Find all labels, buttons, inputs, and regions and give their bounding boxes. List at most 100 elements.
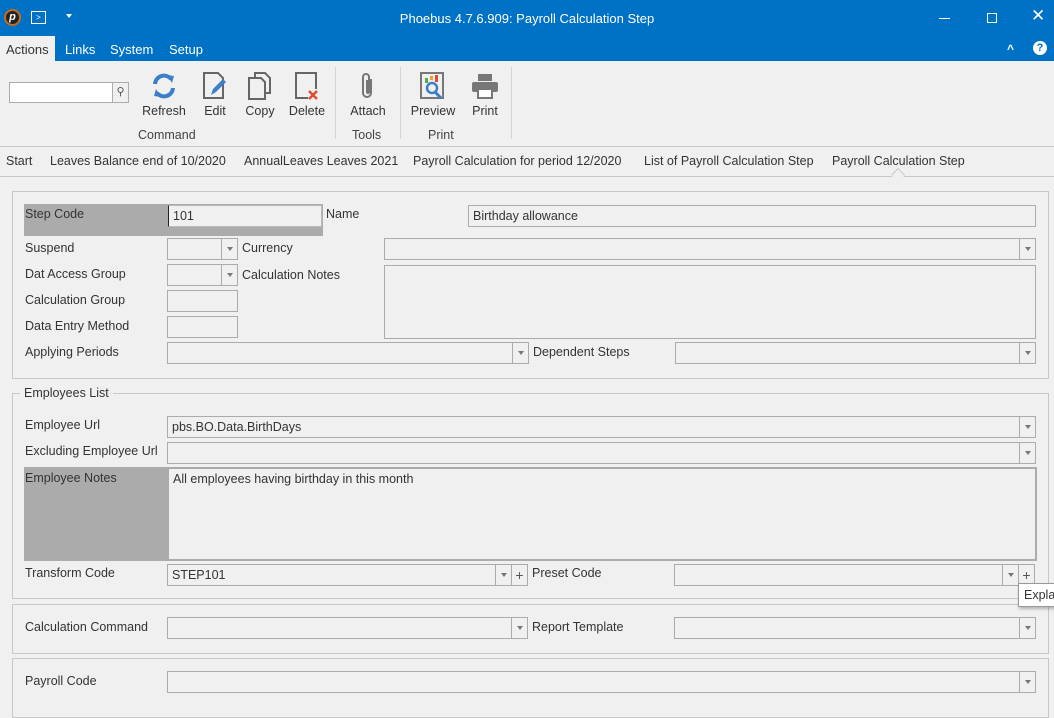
copy-button[interactable]: Copy — [235, 68, 285, 118]
window-title: Phoebus 4.7.6.909: Payroll Calculation S… — [399, 11, 655, 26]
print-label: Print — [472, 104, 498, 118]
payroll-code-label: Payroll Code — [25, 674, 97, 688]
step-code-label: Step Code — [25, 207, 85, 221]
breadcrumb-item-current[interactable]: Payroll Calculation Step — [832, 154, 965, 168]
ribbon-separator — [335, 67, 336, 139]
chevron-down-icon[interactable] — [1019, 618, 1035, 638]
breadcrumb-item[interactable]: Leaves Balance end of 10/2020 — [50, 154, 226, 168]
tooltip: Expla — [1018, 583, 1054, 607]
dependent-steps-label: Dependent Steps — [533, 345, 630, 359]
chevron-down-icon[interactable] — [495, 565, 511, 585]
menu-bar: Actions Links System Setup ^ ? — [0, 36, 1054, 61]
tab-system[interactable]: System — [104, 36, 159, 61]
calculation-command-label: Calculation Command — [25, 620, 148, 634]
chevron-down-icon[interactable] — [511, 618, 527, 638]
employee-url-label: Employee Url — [25, 418, 101, 432]
close-button[interactable]: ✕ — [1031, 6, 1045, 26]
edit-label: Edit — [204, 104, 226, 118]
data-entry-method-label: Data Entry Method — [25, 319, 130, 333]
currency-select[interactable] — [384, 238, 1036, 260]
calculation-command-select[interactable] — [167, 617, 528, 639]
copy-label: Copy — [245, 104, 275, 118]
transform-code-add-button[interactable]: + — [511, 564, 528, 586]
payroll-code-select[interactable] — [167, 671, 1036, 693]
print-button[interactable]: Print — [460, 68, 510, 118]
employee-url-select[interactable]: pbs.BO.Data.BirthDays — [167, 416, 1036, 438]
applying-periods-label: Applying Periods — [25, 345, 119, 359]
currency-label: Currency — [242, 241, 293, 255]
data-entry-method-input[interactable] — [167, 316, 238, 338]
current-pointer — [890, 167, 906, 183]
delete-icon — [282, 68, 332, 104]
preset-code-label: Preset Code — [532, 566, 602, 580]
collapse-ribbon-icon[interactable]: ^ — [1007, 42, 1014, 56]
edit-icon — [190, 68, 240, 104]
chevron-down-icon[interactable] — [1002, 565, 1018, 585]
preview-label: Preview — [410, 104, 456, 118]
report-template-select[interactable] — [674, 617, 1036, 639]
group-label-print: Print — [428, 128, 454, 142]
employee-notes-label: Employee Notes — [25, 471, 117, 485]
transform-code-label: Transform Code — [25, 566, 115, 580]
maximize-button[interactable] — [987, 13, 997, 23]
group-label-command: Command — [138, 128, 196, 142]
breadcrumb: Start Leaves Balance end of 10/2020 Annu… — [0, 146, 1054, 183]
suspend-label: Suspend — [25, 241, 75, 255]
chevron-down-icon[interactable] — [1019, 443, 1035, 463]
help-icon[interactable]: ? — [1033, 41, 1047, 55]
dat-access-group-select[interactable] — [167, 264, 238, 286]
calculation-notes-label: Calculation Notes — [242, 268, 340, 282]
chevron-down-icon[interactable] — [1019, 343, 1035, 363]
preset-code-select[interactable] — [674, 564, 1019, 586]
calculation-group-label: Calculation Group — [25, 293, 126, 307]
tab-actions[interactable]: Actions — [0, 36, 55, 61]
edit-button[interactable]: Edit — [190, 68, 240, 118]
preview-icon — [408, 68, 458, 104]
printer-icon — [460, 68, 510, 104]
breadcrumb-item[interactable]: List of Payroll Calculation Step — [644, 154, 814, 168]
refresh-label: Refresh — [142, 104, 186, 118]
refresh-button[interactable]: Refresh — [139, 68, 189, 118]
paperclip-icon — [343, 68, 393, 104]
excluding-employee-url-select[interactable] — [167, 442, 1036, 464]
title-bar: p > Phoebus 4.7.6.909: Payroll Calculati… — [0, 0, 1054, 36]
name-input[interactable]: Birthday allowance — [468, 205, 1036, 227]
minimize-button[interactable] — [939, 18, 950, 19]
employee-notes-textarea[interactable]: All employees having birthday in this mo… — [168, 468, 1036, 560]
attach-label: Attach — [350, 104, 386, 118]
copy-icon — [235, 68, 285, 104]
chevron-down-icon[interactable] — [221, 239, 237, 259]
chevron-down-icon[interactable] — [512, 343, 528, 363]
calculation-notes-textarea[interactable] — [384, 265, 1036, 339]
breadcrumb-item[interactable]: Start — [6, 154, 32, 168]
preview-button[interactable]: Preview — [408, 68, 458, 118]
tab-links[interactable]: Links — [59, 36, 101, 61]
tab-setup[interactable]: Setup — [163, 36, 209, 61]
breadcrumb-item[interactable]: Payroll Calculation for period 12/2020 — [413, 154, 621, 168]
ribbon-separator — [511, 67, 512, 139]
employees-list-legend: Employees List — [20, 386, 113, 400]
ribbon-separator — [400, 67, 401, 139]
delete-button[interactable]: Delete — [282, 68, 332, 118]
dat-access-group-label: Dat Access Group — [25, 267, 126, 281]
breadcrumb-item[interactable]: AnnualLeaves Leaves 2021 — [244, 154, 398, 168]
search-button[interactable]: ⚲ — [112, 82, 129, 103]
calculation-group-input[interactable] — [167, 290, 238, 312]
suspend-select[interactable] — [167, 238, 238, 260]
transform-code-select[interactable]: STEP101 — [167, 564, 512, 586]
name-label: Name — [326, 207, 360, 221]
delete-label: Delete — [288, 104, 326, 118]
step-code-input[interactable]: 101 — [168, 205, 322, 227]
chevron-down-icon[interactable] — [1019, 672, 1035, 692]
refresh-icon — [139, 68, 189, 104]
applying-periods-select[interactable] — [167, 342, 529, 364]
group-label-tools: Tools — [352, 128, 382, 142]
dependent-steps-select[interactable] — [675, 342, 1036, 364]
chevron-down-icon[interactable] — [1019, 239, 1035, 259]
search-input[interactable] — [9, 82, 113, 103]
attach-button[interactable]: Attach — [343, 68, 393, 118]
chevron-down-icon[interactable] — [221, 265, 237, 285]
excluding-employee-url-label: Excluding Employee Url — [25, 444, 158, 458]
chevron-down-icon[interactable] — [1019, 417, 1035, 437]
report-template-label: Report Template — [532, 620, 624, 634]
